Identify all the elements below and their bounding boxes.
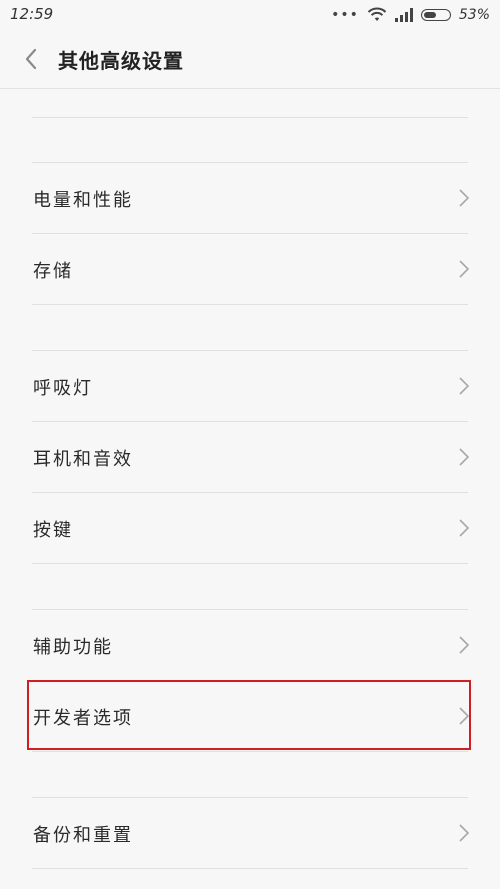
chevron-right-icon	[459, 824, 470, 842]
setting-label: 呼吸灯	[33, 378, 93, 399]
setting-backup-reset[interactable]: 备份和重置	[0, 798, 500, 868]
divider	[32, 563, 468, 564]
app-header: 其他高级设置	[0, 30, 500, 89]
setting-accessibility[interactable]: 辅助功能	[0, 610, 500, 680]
battery-icon	[420, 9, 451, 21]
setting-label: 辅助功能	[33, 637, 113, 658]
setting-label: 存储	[33, 261, 73, 282]
divider	[32, 117, 468, 118]
chevron-right-icon	[459, 448, 470, 466]
signal-strength-icon	[394, 8, 413, 22]
setting-label: 电量和性能	[33, 190, 133, 211]
back-arrow-icon[interactable]	[20, 46, 44, 72]
chevron-right-icon	[459, 636, 470, 654]
wifi-icon	[367, 7, 387, 21]
chevron-right-icon	[459, 519, 470, 537]
chevron-right-icon	[459, 377, 470, 395]
divider	[32, 868, 468, 869]
status-indicators: ••• 53%	[331, 6, 490, 24]
battery-level-fill	[423, 12, 436, 18]
setting-label: 按键	[33, 520, 73, 541]
setting-power-performance[interactable]: 电量和性能	[0, 163, 500, 233]
setting-label: 耳机和音效	[33, 449, 133, 470]
setting-label: 开发者选项	[33, 708, 133, 729]
status-time: 12:59	[10, 5, 54, 23]
chevron-right-icon	[459, 189, 470, 207]
battery-percent: 53%	[458, 7, 490, 23]
setting-developer-options[interactable]: 开发者选项	[0, 681, 500, 751]
chevron-right-icon	[459, 707, 470, 725]
page-title: 其他高级设置	[58, 49, 184, 73]
setting-storage[interactable]: 存储	[0, 234, 500, 304]
divider	[32, 751, 468, 752]
status-bar: 12:59 ••• 53%	[0, 0, 500, 30]
setting-headphones-audio[interactable]: 耳机和音效	[0, 422, 500, 492]
divider	[32, 304, 468, 305]
setting-buttons[interactable]: 按键	[0, 493, 500, 563]
setting-label: 备份和重置	[33, 825, 133, 846]
chevron-right-icon	[459, 260, 470, 278]
setting-breathing-light[interactable]: 呼吸灯	[0, 351, 500, 421]
notification-dots-icon: •••	[331, 7, 359, 23]
